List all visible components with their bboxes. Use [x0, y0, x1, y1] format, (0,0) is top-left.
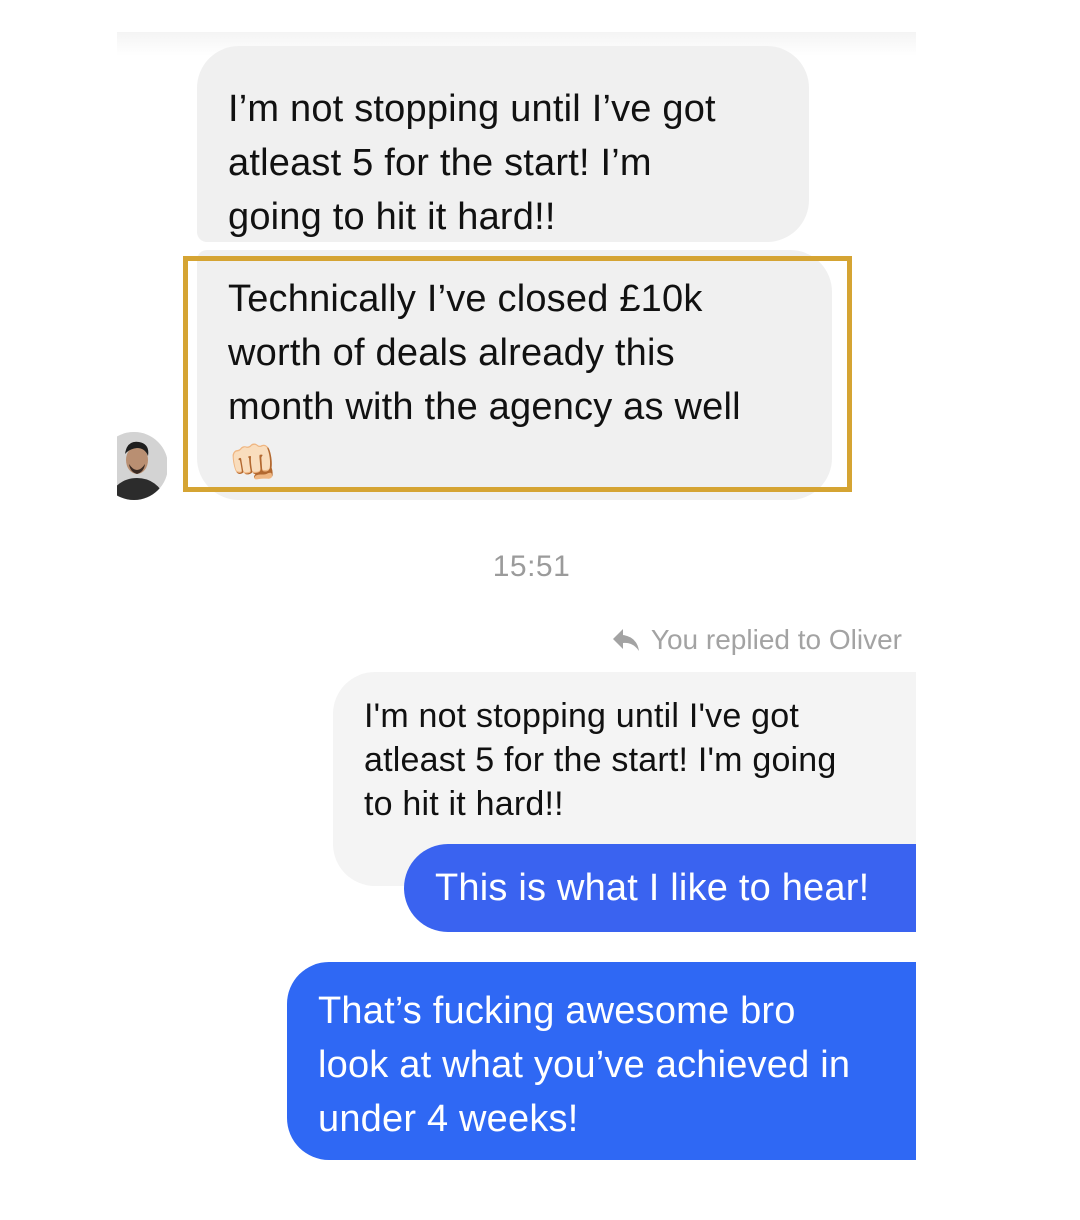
quoted-line: I'm not stopping until I've got [364, 697, 799, 735]
message-line: That’s fucking awesome bro [318, 990, 796, 1032]
message-line: going to hit it hard!! [228, 196, 556, 238]
message-line: worth of deals already this [228, 332, 675, 374]
fist-bump-emoji-icon: 👊🏻 [228, 439, 279, 486]
contact-avatar[interactable] [117, 432, 167, 500]
message-text: This is what I like to hear! [435, 867, 870, 909]
chat-thread[interactable]: I’m not stopping until I’ve got atleast … [117, 32, 916, 1202]
quoted-line: atleast 5 for the start! I'm going [364, 741, 837, 779]
incoming-message-bubble[interactable]: I’m not stopping until I’ve got atleast … [197, 46, 809, 242]
outgoing-message-bubble[interactable]: This is what I like to hear! [404, 844, 916, 932]
screenshot-canvas: I’m not stopping until I’ve got atleast … [0, 0, 1080, 1220]
message-line: under 4 weeks! [318, 1098, 579, 1140]
reply-arrow-icon [612, 629, 639, 651]
message-timestamp: 15:51 [492, 550, 571, 583]
message-line: Technically I’ve closed £10k [228, 278, 703, 320]
incoming-message-bubble-highlighted[interactable]: Technically I’ve closed £10k worth of de… [197, 250, 832, 500]
message-line: atleast 5 for the start! I’m [228, 142, 652, 184]
reply-indicator-text: You replied to Oliver [650, 624, 902, 655]
reply-indicator: You replied to Oliver [611, 624, 902, 656]
contact-avatar-photo-icon [117, 432, 167, 500]
message-line: look at what you’ve achieved in [318, 1044, 851, 1086]
outgoing-message-bubble[interactable]: That’s fucking awesome bro look at what … [287, 962, 916, 1160]
message-emoji-line: 👊🏻 [228, 434, 812, 490]
quoted-line: to hit it hard!! [364, 785, 564, 823]
message-line: month with the agency as well [228, 386, 741, 428]
message-line: I’m not stopping until I’ve got [228, 88, 716, 130]
